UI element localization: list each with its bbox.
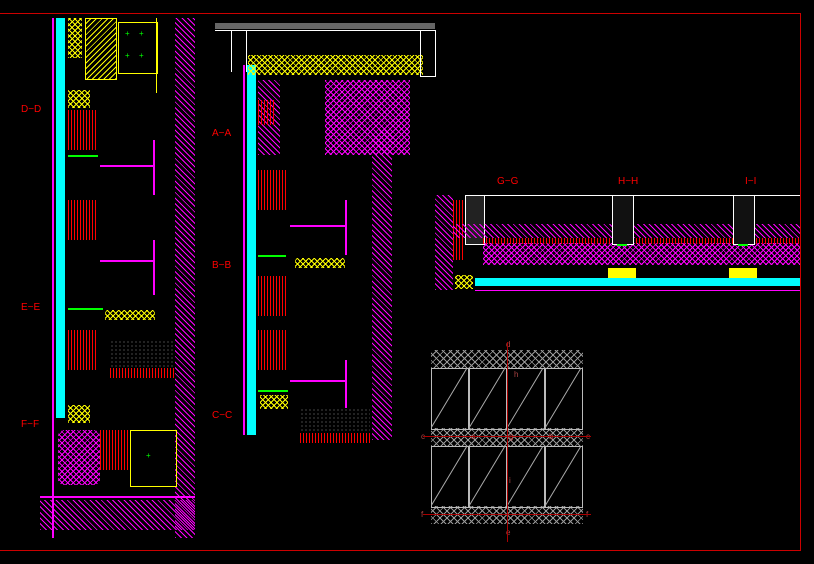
section-label-aa: A−A bbox=[212, 128, 231, 139]
cc-shelf bbox=[290, 380, 347, 382]
glazing-left bbox=[56, 18, 65, 418]
plan-top-line bbox=[483, 195, 800, 196]
ee-plate bbox=[105, 310, 155, 320]
cc-insul2 bbox=[300, 433, 370, 443]
ff-insul bbox=[100, 430, 130, 470]
bb-shelf bbox=[290, 225, 347, 227]
dd-box: ++ ++ bbox=[118, 22, 158, 74]
ground-line-left bbox=[40, 496, 195, 498]
dd-insul2 bbox=[68, 110, 98, 150]
section-label-gg: G−G bbox=[497, 176, 518, 187]
dd-line bbox=[156, 18, 157, 93]
cc-grn bbox=[258, 390, 288, 392]
section-label-bb: B−B bbox=[212, 260, 231, 271]
aa-wall-solid bbox=[325, 80, 410, 155]
bb-plate bbox=[295, 258, 345, 268]
ff-footing bbox=[58, 430, 100, 485]
dd-shelf bbox=[100, 165, 155, 167]
bb-bracket bbox=[345, 200, 347, 255]
ee-bracket bbox=[153, 240, 155, 295]
elevation-key: d h c a g b c i f f e bbox=[431, 350, 583, 540]
ii-grn bbox=[738, 244, 748, 246]
aa-coping bbox=[215, 23, 435, 29]
ff-box: + bbox=[130, 430, 177, 487]
wall-line-left-outer bbox=[52, 18, 54, 538]
bb-grn bbox=[258, 255, 286, 257]
aa-roof-insul bbox=[248, 55, 423, 75]
aa-line1 bbox=[215, 30, 435, 31]
cc-insul bbox=[258, 330, 286, 370]
plan-glazing bbox=[475, 278, 800, 286]
ff-cap bbox=[68, 405, 90, 423]
hh-grn bbox=[617, 244, 627, 246]
section-label-dd: D−D bbox=[21, 104, 41, 115]
ee-insul3 bbox=[110, 368, 175, 378]
ii-mullion bbox=[733, 195, 755, 245]
ee-shelf bbox=[100, 260, 155, 262]
ground-left bbox=[40, 500, 195, 530]
ee-grn bbox=[68, 308, 103, 310]
dd-panel bbox=[85, 18, 117, 80]
section-label-cc: C−C bbox=[212, 410, 232, 421]
ii-clip bbox=[729, 268, 757, 278]
plan-inner bbox=[483, 243, 800, 265]
glazing-mid bbox=[247, 65, 256, 435]
wall-hatch-left bbox=[175, 18, 195, 538]
dd-cap bbox=[68, 90, 90, 108]
bb-insul2 bbox=[258, 276, 286, 316]
ee-insul bbox=[68, 200, 98, 240]
aa-rh-upstand bbox=[420, 30, 436, 77]
cc-cap bbox=[260, 395, 288, 409]
cc-conc bbox=[300, 408, 370, 433]
wall-line-mid bbox=[243, 65, 245, 435]
section-label-hh: H−H bbox=[618, 176, 638, 187]
ee-insul2 bbox=[68, 330, 98, 370]
section-label-ff: F−F bbox=[21, 419, 39, 430]
dd-bracket bbox=[153, 140, 155, 195]
gg-yel bbox=[455, 275, 473, 289]
wall-hatch-mid bbox=[372, 130, 392, 440]
ee-conc bbox=[110, 340, 175, 368]
gg-wall bbox=[435, 195, 453, 290]
cad-canvas[interactable]: D−D ++ ++ E−E F−F + A−A B−B bbox=[0, 0, 814, 564]
bb-insul bbox=[258, 170, 286, 210]
cc-bracket bbox=[345, 360, 347, 408]
plan-line bbox=[475, 290, 800, 291]
aa-parapet bbox=[231, 30, 247, 72]
dd-grn bbox=[68, 155, 98, 157]
aa-insul-v bbox=[258, 100, 276, 125]
dd-insul bbox=[68, 18, 82, 58]
section-label-ee: E−E bbox=[21, 302, 40, 313]
hh-mullion bbox=[612, 195, 634, 245]
section-label-ii: I−I bbox=[745, 176, 756, 187]
hh-clip bbox=[608, 268, 636, 278]
